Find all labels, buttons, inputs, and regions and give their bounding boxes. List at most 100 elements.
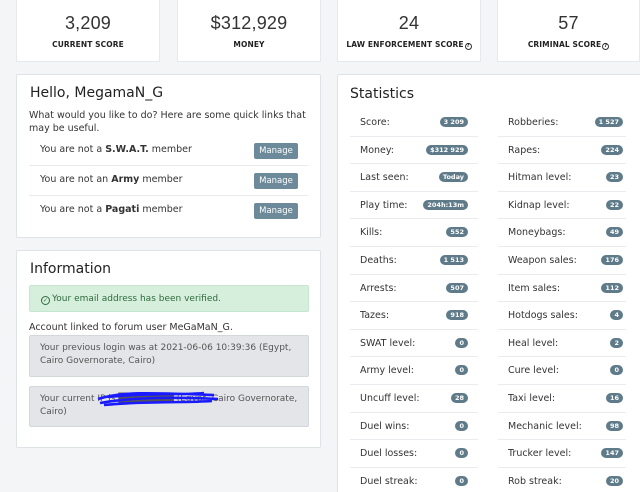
- criminal-score-card: 57 CRIMINAL SCORE?: [497, 0, 640, 62]
- stat-value-badge: Today: [438, 172, 468, 183]
- stat-row: Moneybags: 49: [498, 219, 626, 247]
- money-card: $312,929 MONEY: [177, 0, 321, 62]
- stat-label: Cure level:: [508, 365, 560, 377]
- stat-value-badge: 22: [605, 199, 623, 210]
- stat-value-badge: 20: [605, 475, 623, 486]
- stat-row: Heal level: 2: [498, 330, 626, 358]
- stat-label: Duel losses:: [360, 448, 418, 460]
- statistics-title: Statistics: [350, 86, 414, 102]
- welcome-intro: What would you like to do? Here are some…: [29, 110, 306, 134]
- redaction-scribble: [97, 391, 219, 407]
- stat-value-badge: 49: [605, 227, 623, 238]
- money-label: MONEY: [233, 40, 265, 49]
- stat-label: Money:: [360, 144, 395, 156]
- current-score-label: CURRENT SCORE: [52, 40, 124, 49]
- stat-row: Trucker level: 147: [498, 440, 626, 468]
- manage-pagati-button[interactable]: Manage: [254, 203, 298, 219]
- stat-value-badge: 552: [446, 227, 468, 238]
- email-verified-text: Your email address has been verified.: [52, 294, 221, 304]
- stat-value-badge: $312 929: [426, 144, 468, 155]
- law-enforcement-score-label: LAW ENFORCEMENT SCORE: [346, 40, 464, 49]
- stat-label: Taxi level:: [508, 393, 556, 404]
- pagati-membership-row: You are not a Pagati member Manage: [29, 196, 308, 226]
- stat-label: Heal level:: [508, 337, 559, 349]
- stat-value-badge: 2: [610, 337, 623, 348]
- stat-label: Moneybags:: [508, 227, 566, 239]
- stat-label: Rob streak:: [508, 475, 562, 487]
- stat-value-badge: 4: [610, 310, 623, 321]
- stat-value-badge: 0: [455, 337, 468, 348]
- stat-value-badge: 224: [601, 144, 623, 155]
- stat-label: Robberies:: [508, 117, 559, 128]
- stat-row: Uncuff level: 28: [350, 385, 478, 413]
- stat-row: Robberies: 1 527: [498, 109, 626, 137]
- help-icon[interactable]: ?: [602, 43, 610, 50]
- stat-row: Duel wins: 0: [350, 413, 478, 441]
- stat-row: Mechanic level: 98: [498, 413, 626, 441]
- stat-label: Hitman level:: [508, 172, 572, 184]
- stat-row: Deaths: 1 513: [350, 247, 478, 275]
- stat-value-badge: 176: [601, 255, 623, 265]
- stat-value-badge: 23: [605, 172, 623, 183]
- stat-row: Rapes: 224: [498, 137, 626, 165]
- stat-value-badge: 507: [446, 282, 468, 293]
- criminal-score-value: 57: [558, 13, 579, 33]
- stat-row: Taxi level: 16: [498, 385, 626, 413]
- stat-row: Duel streak: 0: [350, 468, 478, 492]
- stat-value-badge: 3 209: [439, 117, 468, 127]
- stat-label: Play time:: [360, 199, 408, 211]
- stat-row: Kidnap level: 22: [498, 192, 626, 220]
- email-verified-alert: ✓ Your email address has been verified.: [29, 285, 309, 312]
- stat-label: Trucker level:: [508, 448, 572, 460]
- stat-value-badge: 0: [455, 448, 468, 459]
- stat-value-badge: 0: [610, 365, 623, 376]
- welcome-panel: Hello, MegamaN_G What would you like to …: [16, 74, 321, 238]
- stat-value-badge: 147: [601, 448, 623, 459]
- previous-login-box: Your previous login was at 2021-06-06 10…: [29, 335, 309, 377]
- current-score-value: 3,209: [64, 13, 112, 33]
- stat-label: Duel streak:: [360, 475, 418, 487]
- stat-value-badge: 204h:13m: [423, 199, 468, 210]
- army-membership-row: You are not an Army member Manage: [29, 166, 308, 196]
- stat-row: Rob streak: 20: [498, 468, 626, 492]
- information-panel: Information ✓ Your email address has been…: [16, 250, 321, 448]
- stat-label: Item sales:: [508, 282, 561, 294]
- stat-row: Hitman level: 23: [498, 164, 626, 192]
- army-group-name: Army: [111, 174, 140, 185]
- stat-label: Arrests:: [360, 282, 397, 294]
- stat-value-badge: 98: [605, 420, 623, 431]
- forum-link-text: Account linked to forum user MeGaMaN_G.: [29, 322, 233, 333]
- help-icon[interactable]: ?: [464, 43, 472, 50]
- stat-row: Hotdogs sales: 4: [498, 302, 626, 330]
- stat-row: Item sales: 112: [498, 275, 626, 303]
- check-circle-icon: ✓: [41, 296, 50, 305]
- stat-label: Kills:: [360, 227, 383, 239]
- stat-value-badge: 918: [446, 310, 468, 321]
- statistics-panel: Statistics Score: 3 209 Money: $312 929 Last…: [337, 74, 640, 492]
- manage-swat-button[interactable]: Manage: [254, 143, 298, 159]
- stat-row: Duel losses: 0: [350, 440, 478, 468]
- stat-label: Duel wins:: [360, 420, 410, 432]
- law-enforcement-score-value: 24: [398, 13, 420, 33]
- stat-value-badge: 16: [605, 393, 623, 403]
- stat-value-badge: 112: [601, 282, 623, 293]
- stat-row: Tazes: 918: [350, 302, 478, 330]
- stat-row: Arrests: 507: [350, 275, 478, 303]
- stat-label: SWAT level:: [360, 337, 416, 349]
- swat-membership-row: You are not a S.W.A.T. member Manage: [29, 136, 308, 166]
- stat-label: Mechanic level:: [508, 420, 582, 432]
- stat-row: Play time: 204h:13m: [350, 192, 478, 220]
- stat-row: Cure level: 0: [498, 357, 626, 385]
- stat-row: Last seen: Today: [350, 164, 478, 192]
- stat-value-badge: 28: [450, 393, 468, 403]
- manage-army-button[interactable]: Manage: [254, 173, 298, 189]
- stat-label: Uncuff level:: [360, 393, 420, 404]
- stat-label: Last seen:: [360, 172, 409, 184]
- stat-label: Rapes:: [508, 144, 541, 156]
- law-enforcement-score-card: 24 LAW ENFORCEMENT SCORE?: [337, 0, 481, 62]
- stat-value-badge: 1 527: [594, 117, 623, 127]
- stat-row: SWAT level: 0: [350, 330, 478, 358]
- stat-value-badge: 0: [455, 420, 468, 431]
- stat-value-badge: 1 513: [439, 255, 468, 265]
- stat-label: Score:: [360, 117, 390, 128]
